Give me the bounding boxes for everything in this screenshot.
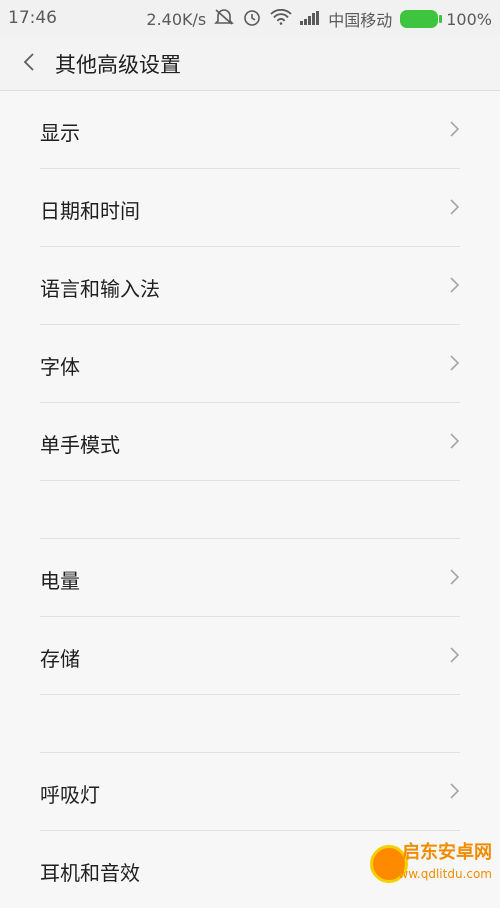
settings-item-breathing-light[interactable]: 呼吸灯 <box>40 752 460 831</box>
chevron-right-icon <box>448 645 462 665</box>
settings-item-one-hand-mode[interactable]: 单手模式 <box>40 403 460 481</box>
chevron-right-icon <box>448 431 462 451</box>
chevron-right-icon <box>448 353 462 373</box>
page-title: 其他高级设置 <box>55 53 181 77</box>
settings-item-label: 日期和时间 <box>40 199 140 223</box>
settings-item-label: 电量 <box>40 569 80 593</box>
status-right: 2.40K/s 中国移动 100% <box>146 7 492 31</box>
battery-icon <box>400 10 443 28</box>
status-time: 17:46 <box>8 8 57 28</box>
watermark-url: www.qdlitdu.com <box>388 867 492 881</box>
mute-icon <box>214 8 235 30</box>
settings-item-battery[interactable]: 电量 <box>40 538 460 617</box>
status-bar: 17:46 2.40K/s 中国移动 100% <box>0 0 500 36</box>
settings-item-label: 显示 <box>40 121 80 145</box>
settings-section-1: 显示 日期和时间 语言和输入法 字体 单手模式 <box>0 91 500 481</box>
chevron-right-icon <box>448 275 462 295</box>
settings-item-font[interactable]: 字体 <box>40 325 460 403</box>
settings-list: 显示 日期和时间 语言和输入法 字体 单手模式 电量 存储 呼吸灯 耳机和音效 <box>0 91 500 908</box>
chevron-right-icon <box>448 567 462 587</box>
settings-item-label: 耳机和音效 <box>40 861 140 885</box>
settings-item-display[interactable]: 显示 <box>40 91 460 169</box>
back-arrow-icon[interactable] <box>18 50 42 74</box>
alarm-icon <box>242 7 262 31</box>
chevron-right-icon <box>448 197 462 217</box>
watermark: 启东安卓网 www.qdlitdu.com <box>368 829 500 889</box>
settings-item-label: 字体 <box>40 355 80 379</box>
battery-percent: 100% <box>446 9 492 29</box>
settings-item-date-time[interactable]: 日期和时间 <box>40 169 460 247</box>
settings-section-2: 电量 存储 <box>0 538 500 695</box>
chevron-right-icon <box>448 781 462 801</box>
app-header: 其他高级设置 <box>0 36 500 91</box>
settings-item-label: 语言和输入法 <box>40 277 160 301</box>
settings-item-language-input[interactable]: 语言和输入法 <box>40 247 460 325</box>
signal-icon <box>300 10 320 29</box>
settings-item-storage[interactable]: 存储 <box>40 617 460 695</box>
network-speed: 2.40K/s <box>146 9 207 29</box>
watermark-text: 启东安卓网 <box>402 842 492 863</box>
carrier-name: 中国移动 <box>328 11 393 30</box>
chevron-right-icon <box>448 119 462 139</box>
wifi-icon <box>270 8 292 29</box>
settings-item-label: 呼吸灯 <box>40 783 100 807</box>
settings-item-label: 单手模式 <box>40 433 120 457</box>
settings-item-label: 存储 <box>40 647 80 671</box>
